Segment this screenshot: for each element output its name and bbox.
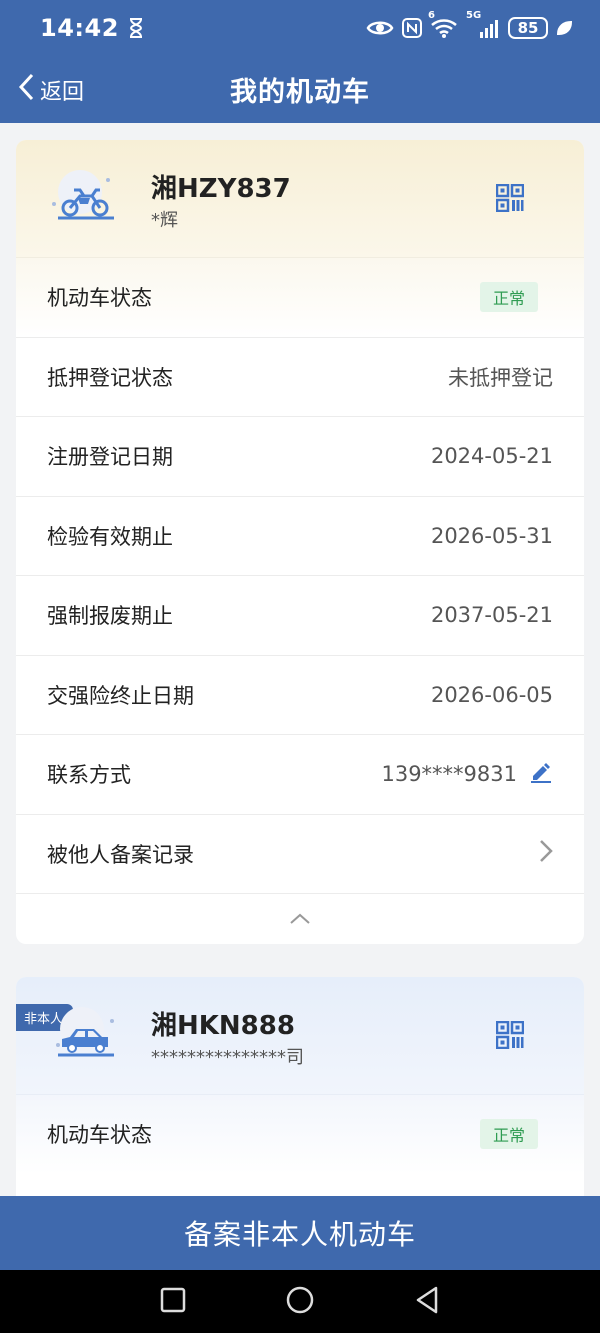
row-scrap-deadline: 强制报废期止 2037-05-21 <box>16 575 584 655</box>
register-non-owner-vehicle-button[interactable]: 备案非本人机动车 <box>0 1196 600 1270</box>
row-filed-by-others-records[interactable]: 被他人备案记录 <box>16 813 584 894</box>
nfc-icon <box>402 18 422 38</box>
leaf-icon <box>556 20 572 36</box>
motorcycle-icon <box>50 168 120 224</box>
row-label: 机动车状态 <box>47 286 152 311</box>
chevron-up-icon <box>289 910 311 929</box>
back-nav-icon[interactable] <box>414 1286 440 1318</box>
status-badge: 正常 <box>479 282 538 313</box>
row-contact[interactable]: 联系方式 139****9831 <box>16 734 584 814</box>
back-button[interactable]: 返回 <box>18 56 84 123</box>
collapse-button[interactable] <box>16 893 584 944</box>
owner-name: ***************司 <box>151 1047 304 1068</box>
row-label: 交强险终止日期 <box>47 683 194 708</box>
row-label: 机动车状态 <box>47 1123 152 1148</box>
row-registration-date: 注册登记日期 2024-05-21 <box>16 416 584 496</box>
row-label: 注册登记日期 <box>47 445 173 470</box>
vehicle-card-header[interactable]: 非本人 湘HKN888 ***************司 <box>16 977 584 1094</box>
status-badge: 正常 <box>479 1119 538 1150</box>
vehicle-card: 湘HZY837 *辉 机动车状态 正常 抵押登记状态 未抵押登记 注册登记日期 … <box>16 140 584 944</box>
vehicle-list[interactable]: 湘HZY837 *辉 机动车状态 正常 抵押登记状态 未抵押登记 注册登记日期 … <box>0 123 600 1196</box>
phone-number: 139****9831 <box>381 762 517 787</box>
cellular-signal-icon: 5G <box>466 10 500 38</box>
row-insurance-end-date: 交强险终止日期 2026-06-05 <box>16 654 584 735</box>
back-label: 返回 <box>40 79 85 105</box>
car-icon <box>50 1005 120 1061</box>
row-inspection-valid-until: 检验有效期止 2026-05-31 <box>16 495 584 576</box>
home-icon[interactable] <box>285 1285 315 1319</box>
plate-number: 湘HKN888 <box>151 1011 295 1041</box>
vehicle-card: 非本人 湘HKN888 ***************司 机动车状态 正常 <box>16 977 584 1196</box>
page-title: 我的机动车 <box>230 77 370 108</box>
wifi-icon: 6 <box>428 10 458 38</box>
row-vehicle-status: 机动车状态 正常 <box>16 1094 584 1174</box>
hourglass-icon <box>129 18 143 38</box>
row-mortgage-status: 抵押登记状态 未抵押登记 <box>16 336 584 417</box>
qr-code-icon[interactable] <box>495 183 525 213</box>
edit-icon[interactable] <box>529 760 553 789</box>
status-time: 14:42 <box>40 14 119 42</box>
row-label: 抵押登记状态 <box>47 365 173 390</box>
chevron-left-icon <box>18 73 34 107</box>
row-value: 2026-06-05 <box>430 682 553 707</box>
contact-value: 139****9831 <box>381 760 553 789</box>
eye-icon <box>366 19 394 37</box>
row-value: 2026-05-31 <box>430 523 553 548</box>
qr-code-icon[interactable] <box>495 1020 525 1050</box>
row-label: 联系方式 <box>47 763 131 788</box>
status-bar: 14:42 6 5G 85 <box>0 0 600 56</box>
owner-name: *辉 <box>151 210 178 231</box>
row-label: 被他人备案记录 <box>47 842 194 867</box>
system-nav-bar <box>0 1270 600 1333</box>
row-label: 强制报废期止 <box>47 604 173 629</box>
row-vehicle-status: 机动车状态 正常 <box>16 257 584 337</box>
top-bar: 14:42 6 5G 85 返回 我的机动车 <box>0 0 600 123</box>
sim-indicator: 6 <box>428 10 435 21</box>
row-value: 未抵押登记 <box>448 365 553 390</box>
row-value: 2037-05-21 <box>430 603 553 628</box>
chevron-right-icon <box>539 839 553 868</box>
row-label: 检验有效期止 <box>47 524 173 549</box>
row-value: 2024-05-21 <box>430 444 553 469</box>
plate-number: 湘HZY837 <box>151 174 291 204</box>
battery-level: 85 <box>508 17 548 39</box>
vehicle-card-header[interactable]: 湘HZY837 *辉 <box>16 140 584 257</box>
recent-apps-icon[interactable] <box>160 1287 186 1317</box>
network-type: 5G <box>466 10 482 21</box>
nav-bar: 返回 我的机动车 <box>0 56 600 123</box>
